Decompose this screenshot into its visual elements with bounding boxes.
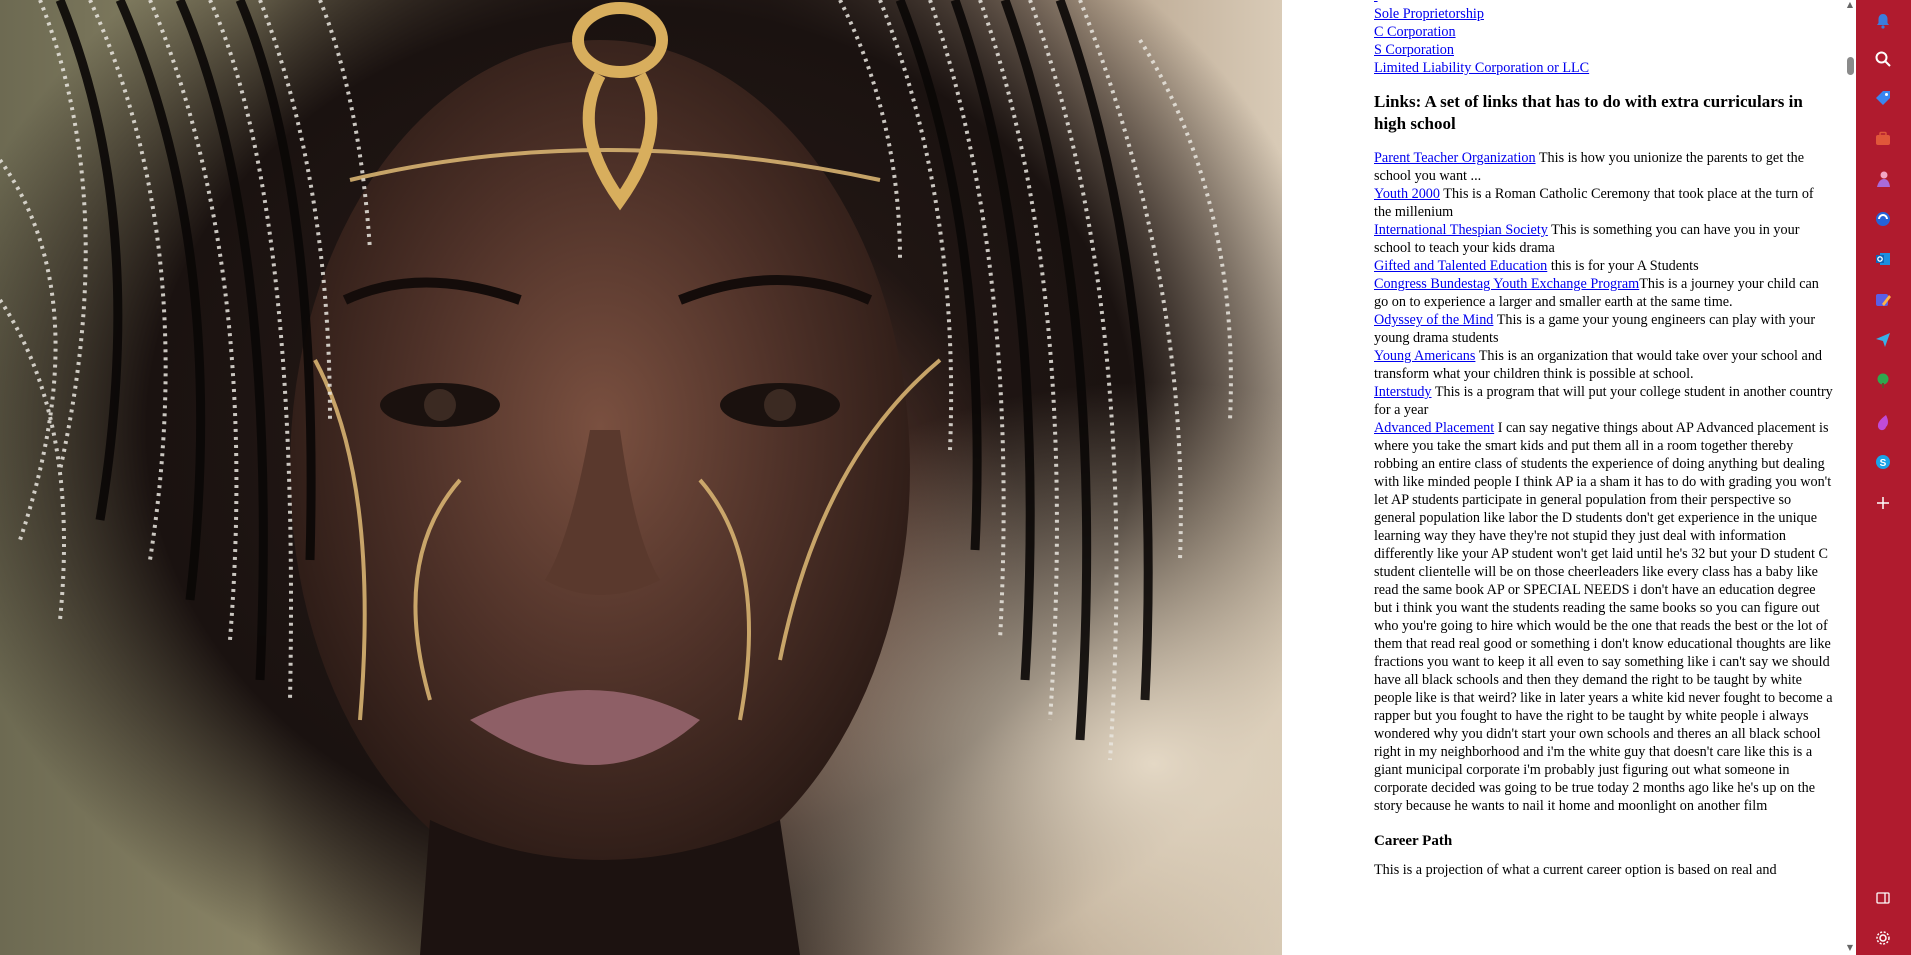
link-congress-bundestag-youth-exchange[interactable]: Congress Bundestag Youth Exchange Progra… [1374, 276, 1639, 292]
skype-icon[interactable]: S [1871, 450, 1895, 474]
link-international-thespian-society[interactable]: International Thespian Society [1374, 222, 1548, 238]
scrollbar-thumb[interactable] [1847, 57, 1854, 75]
business-link-llc[interactable]: Limited Liability Corporation or LLC [1374, 59, 1834, 77]
extracurricular-list: Parent Teacher Organization This is how … [1374, 149, 1834, 815]
vertical-scrollbar[interactable]: ▲ ▼ [1844, 0, 1856, 955]
drop-icon[interactable] [1871, 410, 1895, 434]
send-icon[interactable] [1871, 328, 1895, 352]
entry-description: I can say negative things about AP Advan… [1374, 420, 1833, 814]
games-icon[interactable] [1871, 167, 1895, 191]
portrait-illustration [0, 0, 1282, 955]
list-item: Youth 2000 This is a Roman Catholic Cere… [1374, 185, 1834, 221]
article-content: Sole Proprietorship C Corporation S Corp… [1374, 0, 1834, 879]
link-odyssey-of-the-mind[interactable]: Odyssey of the Mind [1374, 312, 1493, 328]
reading-pane: Sole Proprietorship C Corporation S Corp… [1282, 0, 1856, 955]
settings-icon[interactable] [1871, 926, 1895, 950]
add-icon[interactable] [1871, 491, 1895, 515]
list-item: Interstudy This is a program that will p… [1374, 383, 1834, 419]
split-screen-icon[interactable] [1871, 886, 1895, 910]
scroll-down-arrow-icon[interactable]: ▼ [1846, 943, 1854, 953]
scroll-up-arrow-icon[interactable]: ▲ [1846, 0, 1854, 10]
list-item: Advanced Placement I can say negative th… [1374, 419, 1834, 815]
copilot-icon[interactable] [1871, 207, 1895, 231]
business-link-sole-proprietorship[interactable]: Sole Proprietorship [1374, 5, 1834, 23]
business-link-list: Sole Proprietorship C Corporation S Corp… [1374, 0, 1834, 77]
entry-description: This is a Roman Catholic Ceremony that t… [1374, 186, 1814, 220]
link-interstudy[interactable]: Interstudy [1374, 384, 1432, 400]
link-young-americans[interactable]: Young Americans [1374, 348, 1475, 364]
link-gifted-and-talented-education[interactable]: Gifted and Talented Education [1374, 258, 1547, 274]
tree-icon[interactable] [1871, 369, 1895, 393]
list-item: Gifted and Talented Education this is fo… [1374, 257, 1834, 275]
hero-portrait-image [0, 0, 1282, 955]
list-item: Parent Teacher Organization This is how … [1374, 149, 1834, 185]
designer-icon[interactable] [1871, 288, 1895, 312]
list-item: Congress Bundestag Youth Exchange Progra… [1374, 275, 1834, 311]
career-path-heading: Career Path [1374, 833, 1453, 849]
extracurricular-heading: Links: A set of links that has to do wit… [1374, 92, 1803, 133]
list-item: Young Americans This is an organization … [1374, 347, 1834, 383]
outlook-icon[interactable] [1871, 247, 1895, 271]
edge-sidebar: S [1856, 0, 1911, 955]
link-parent-teacher-organization[interactable]: Parent Teacher Organization [1374, 150, 1536, 166]
business-link-s-corporation[interactable]: S Corporation [1374, 41, 1834, 59]
list-item: Odyssey of the Mind This is a game your … [1374, 311, 1834, 347]
business-link-c-corporation[interactable]: C Corporation [1374, 23, 1834, 41]
entry-description: this is for your A Students [1547, 258, 1699, 274]
list-item: International Thespian Society This is s… [1374, 221, 1834, 257]
link-youth-2000[interactable]: Youth 2000 [1374, 186, 1440, 202]
bell-icon[interactable] [1871, 9, 1895, 33]
tag-icon[interactable] [1871, 86, 1895, 110]
search-icon[interactable] [1871, 47, 1895, 71]
entry-description: This is a program that will put your col… [1374, 384, 1833, 418]
business-link-cutoff[interactable] [1374, 0, 1378, 4]
career-path-intro: This is a projection of what a current c… [1374, 862, 1777, 878]
briefcase-icon[interactable] [1871, 127, 1895, 151]
svg-text:S: S [1880, 458, 1887, 469]
link-advanced-placement[interactable]: Advanced Placement [1374, 420, 1494, 436]
